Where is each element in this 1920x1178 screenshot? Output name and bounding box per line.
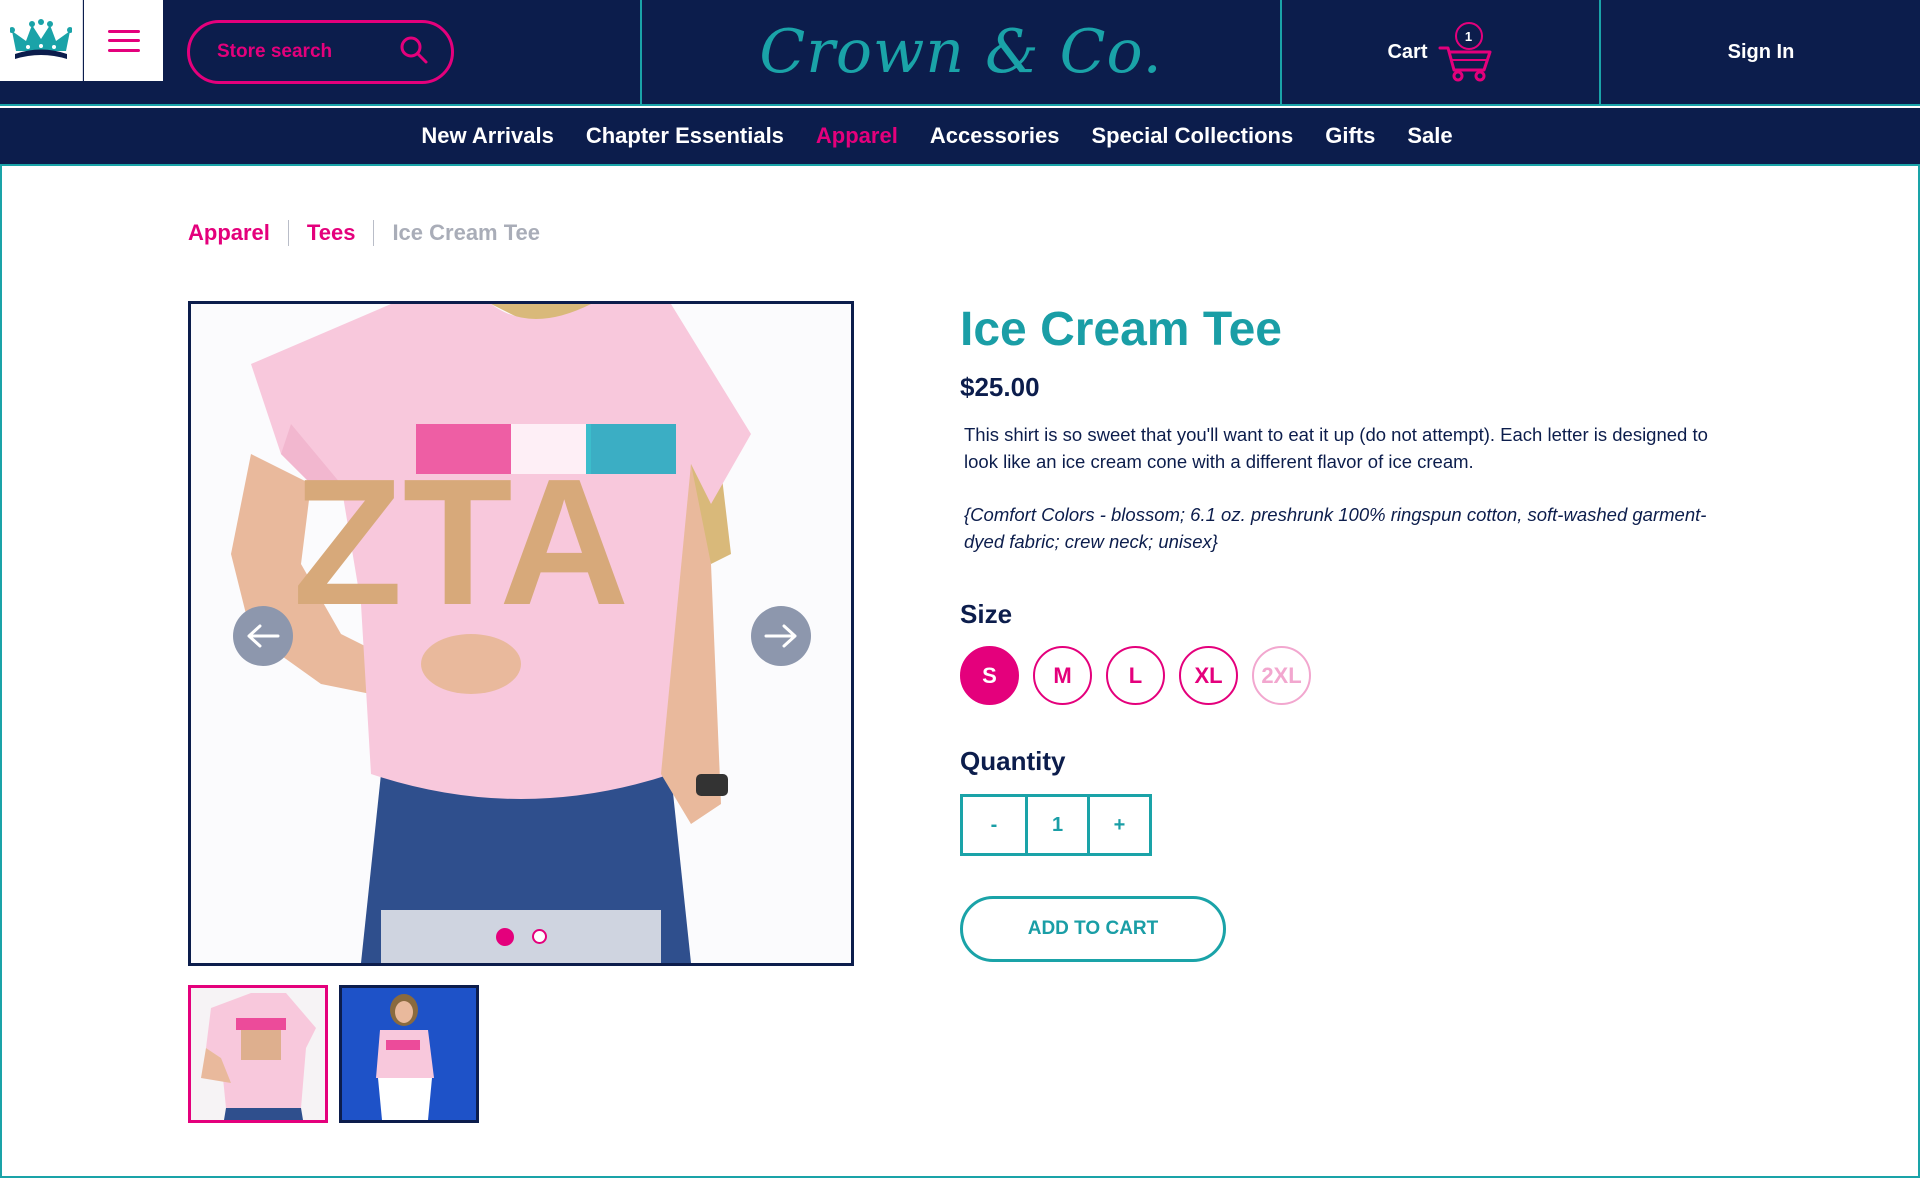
breadcrumb-apparel[interactable]: Apparel	[188, 220, 270, 246]
arrow-right-icon	[764, 624, 797, 648]
search-icon[interactable]	[399, 35, 429, 69]
crown-logo-icon[interactable]	[0, 0, 83, 81]
thumbnail-photo	[342, 988, 476, 1120]
carousel-indicators	[381, 910, 661, 963]
cart-count-badge: 1	[1454, 22, 1483, 50]
breadcrumb: Apparel Tees Ice Cream Tee	[188, 218, 540, 248]
size-option-2xl[interactable]: 2XL	[1252, 646, 1311, 705]
thumbnail-2[interactable]	[339, 985, 479, 1123]
carousel-dot-1[interactable]	[495, 927, 514, 946]
size-option-xl[interactable]: XL	[1179, 646, 1238, 705]
search-placeholder: Store search	[217, 41, 333, 62]
breadcrumb-separator	[373, 220, 375, 246]
gallery-prev-button[interactable]	[233, 606, 293, 666]
product-main-image[interactable]: ZTA	[188, 301, 854, 966]
nav-item-chapter-essentials[interactable]: Chapter Essentials	[586, 123, 784, 149]
top-header: Store search Crown & Co. Cart 1 Sign In	[0, 0, 1920, 106]
quantity-value-field[interactable]: 1	[1025, 797, 1087, 853]
cart-button[interactable]: Cart 1	[1282, 0, 1599, 104]
size-label: Size	[960, 599, 1013, 629]
hamburger-menu-icon	[107, 29, 140, 52]
nav-item-apparel[interactable]: Apparel	[816, 123, 898, 149]
quantity-decrease-button[interactable]: -	[963, 797, 1025, 853]
breadcrumb-tees[interactable]: Tees	[307, 220, 356, 246]
quantity-stepper: - 1 +	[960, 794, 1152, 856]
nav-item-special-collections[interactable]: Special Collections	[1092, 123, 1294, 149]
nav-item-gifts[interactable]: Gifts	[1325, 123, 1375, 149]
brand-logo-text[interactable]: Crown & Co.	[642, 0, 1280, 104]
cart-icon: 1	[1438, 22, 1494, 82]
add-to-cart-button[interactable]: ADD TO CART	[960, 896, 1226, 962]
nav-item-new-arrivals[interactable]: New Arrivals	[421, 123, 553, 149]
nav-item-accessories[interactable]: Accessories	[930, 123, 1060, 149]
carousel-dot-2[interactable]	[531, 929, 547, 944]
gallery-next-button[interactable]	[751, 606, 811, 666]
product-description: This shirt is so sweet that you'll want …	[964, 424, 1708, 472]
size-option-s[interactable]: S	[960, 646, 1019, 705]
quantity-label: Quantity	[960, 746, 1066, 776]
thumbnail-1[interactable]	[188, 985, 328, 1123]
store-search-input[interactable]: Store search	[187, 20, 454, 84]
main-nav: New Arrivals Chapter Essentials Apparel …	[0, 108, 1920, 166]
breadcrumb-current: Ice Cream Tee	[392, 220, 541, 245]
header-divider	[1599, 0, 1601, 104]
thumbnail-photo	[191, 988, 325, 1120]
breadcrumb-separator	[287, 220, 289, 246]
sign-in-link[interactable]: Sign In	[1602, 0, 1920, 104]
hamburger-menu-button[interactable]	[84, 0, 163, 81]
size-option-l[interactable]: L	[1106, 646, 1165, 705]
quantity-increase-button[interactable]: +	[1087, 797, 1149, 853]
size-selector: S M L XL 2XL	[960, 646, 1311, 705]
product-specs: {Comfort Colors - blossom; 6.1 oz. presh…	[964, 504, 1707, 552]
page-frame-left	[0, 166, 2, 1178]
cart-label: Cart	[1387, 40, 1428, 63]
product-price: $25.00	[960, 372, 1040, 402]
arrow-left-icon	[247, 624, 280, 648]
size-option-m[interactable]: M	[1033, 646, 1092, 705]
product-title: Ice Cream Tee	[960, 303, 1282, 356]
nav-item-sale[interactable]: Sale	[1407, 123, 1452, 149]
